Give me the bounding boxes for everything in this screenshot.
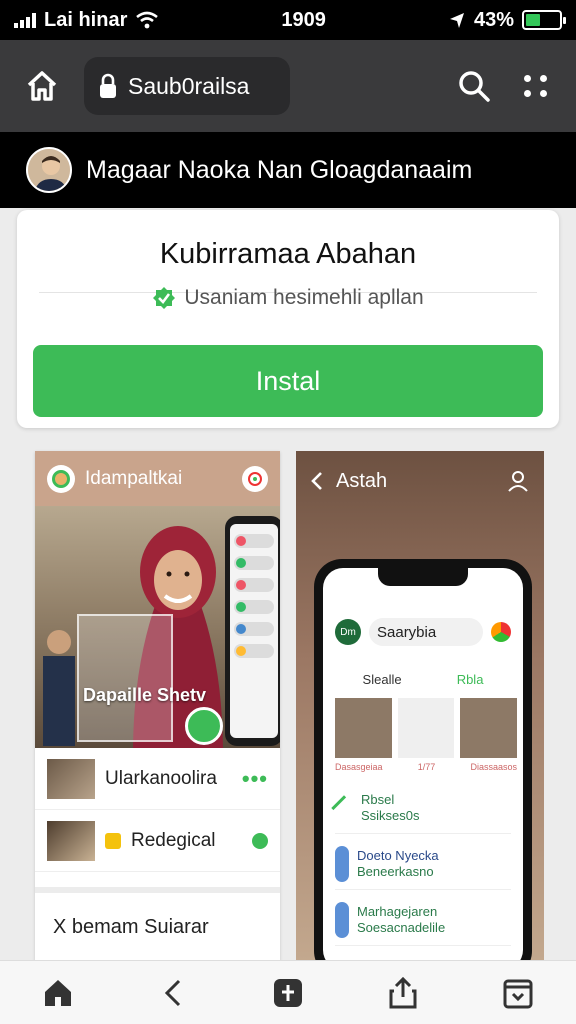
gallery-caption: 1/77	[417, 762, 436, 772]
phone-app-logo: Dm	[335, 619, 361, 645]
share-icon	[389, 976, 417, 1008]
phone-item-subtitle: Ssikses0s	[361, 807, 420, 823]
browser-home-button[interactable]	[20, 64, 64, 108]
search-icon	[459, 71, 490, 102]
hero-phone-mockup	[225, 516, 280, 746]
downloads-icon	[503, 979, 533, 1008]
bottom-navigation	[0, 960, 576, 1024]
carrier-name: Lai hinar	[44, 8, 128, 31]
phone-item-title: Marhagejaren	[357, 903, 438, 919]
hero-image	[35, 506, 280, 748]
phone-tabs: Slealle Rbla	[335, 672, 511, 687]
location-arrow-icon	[449, 13, 464, 28]
screenshot-header: Astah	[296, 451, 544, 511]
category-bar-icon	[335, 845, 349, 882]
bystander-image	[43, 630, 75, 746]
more-icon[interactable]: •••	[242, 766, 268, 792]
nav-downloads-button[interactable]	[496, 971, 540, 1015]
verified-text: Usaniam hesimehli apllan	[184, 286, 424, 309]
phone-tab-active: Rbla	[456, 672, 484, 687]
signal-icon	[14, 12, 36, 28]
phone-item-title: Doeto Nyecka	[357, 847, 439, 863]
phone-gallery	[335, 698, 518, 758]
list-thumbnail	[47, 820, 95, 861]
status-bar: Lai hinar 1909 43%	[0, 0, 576, 40]
verified-row: Usaniam hesimehli apllan	[0, 286, 576, 310]
more-icon	[524, 75, 531, 82]
more-menu-button[interactable]	[516, 64, 556, 108]
url-bar[interactable]: Saub0railsa	[84, 57, 290, 115]
nav-home-button[interactable]	[36, 971, 80, 1015]
list-item-label: Redegical	[131, 829, 216, 851]
list-item[interactable]: Redegical	[35, 810, 280, 872]
browser-toolbar: Saub0railsa	[0, 40, 576, 132]
phone-tab: Slealle	[362, 672, 402, 687]
status-left: Lai hinar	[14, 9, 159, 32]
phone-item-title: Rbsel	[361, 791, 395, 807]
phone-gallery-captions: Dasasgeiaa 1/77 Diassaasos	[335, 762, 517, 772]
gallery-caption: Dasasgeiaa	[335, 762, 383, 772]
back-icon	[164, 979, 180, 1006]
app-logo-icon	[47, 464, 75, 493]
profile-header: Magaar Naoka Nan Gloagdanaaim	[0, 132, 576, 208]
phone-search-row: Dm Saarybia	[335, 618, 511, 646]
app-title: Kubirramaa Abahan	[159, 238, 417, 270]
nav-back-button[interactable]	[151, 971, 195, 1015]
list-item-label: Ularkanoolira	[105, 767, 217, 789]
user-icon	[508, 471, 528, 492]
phone-list-item: Doeto Nyecka Beneerkasno	[335, 838, 511, 890]
home-icon	[27, 71, 57, 101]
lock-icon	[100, 73, 116, 98]
battery-level	[525, 14, 540, 26]
phone-mockup-screen: Dm Saarybia Slealle Rbla Dasasgeiaa 1/77…	[323, 568, 523, 961]
phone-list-item: Rbsel Ssikses0s	[331, 782, 511, 834]
list-thumbnail	[47, 758, 95, 799]
app-screenshot-1[interactable]: Idampaltkai Dapaille Shetv Ularkanoolira…	[35, 451, 280, 961]
notification-icon	[242, 465, 268, 492]
hero-photo-card	[77, 614, 173, 742]
screenshot-header-title: Astah	[336, 469, 388, 492]
badge-icon	[105, 832, 121, 849]
battery-icon	[521, 10, 566, 30]
pen-icon	[331, 794, 357, 821]
wifi-icon	[136, 11, 159, 29]
nav-tabs-button[interactable]	[266, 971, 310, 1015]
app-screenshot-2[interactable]: Astah Dm Saarybia Slealle Rbla Dasasgeia…	[296, 451, 544, 961]
browser-search-button[interactable]	[452, 64, 496, 108]
category-bar-icon	[335, 901, 349, 938]
screenshot-footer: X bemam Suiarar	[35, 887, 280, 961]
list-item[interactable]: Ularkanoolira •••	[35, 748, 280, 810]
phone-item-subtitle: Beneerkasno	[357, 863, 434, 879]
screenshot-header: Idampaltkai	[35, 451, 280, 506]
install-button[interactable]: Instal	[33, 345, 543, 417]
status-dot-icon	[252, 832, 268, 849]
profile-name: Magaar Naoka Nan Gloagdanaaim	[86, 155, 473, 184]
phone-mockup: Dm Saarybia Slealle Rbla Dasasgeiaa 1/77…	[314, 559, 532, 961]
avatar[interactable]	[26, 147, 72, 193]
install-card: Kubirramaa Abahan Instal	[17, 210, 559, 428]
status-time: 1909	[281, 8, 326, 31]
phone-list-item: Marhagejaren Soesacnadelile	[335, 894, 511, 946]
person-icon	[28, 149, 70, 191]
hero-caption: Dapaille Shetv	[83, 685, 207, 705]
phone-search-field: Saarybia	[369, 618, 483, 646]
back-icon	[311, 472, 322, 490]
gallery-caption: Diassaasos	[470, 762, 517, 772]
hero-action-button[interactable]	[185, 707, 223, 745]
phone-notch	[378, 568, 468, 586]
battery-percent: 43%	[473, 8, 514, 31]
nav-share-button[interactable]	[381, 971, 425, 1015]
flag-icon	[491, 622, 511, 642]
home-icon	[44, 979, 71, 1006]
phone-item-subtitle: Soesacnadelile	[357, 919, 446, 935]
phone-screen: Lai hinar 1909 43% Saub0railsa Magaar Na…	[0, 0, 576, 1024]
screenshot-header-title: Idampaltkai	[85, 467, 183, 489]
url-text: Saub0railsa	[128, 72, 250, 99]
status-right: 43%	[448, 8, 566, 32]
tabs-icon	[273, 978, 302, 1007]
verified-check-icon	[153, 287, 176, 309]
